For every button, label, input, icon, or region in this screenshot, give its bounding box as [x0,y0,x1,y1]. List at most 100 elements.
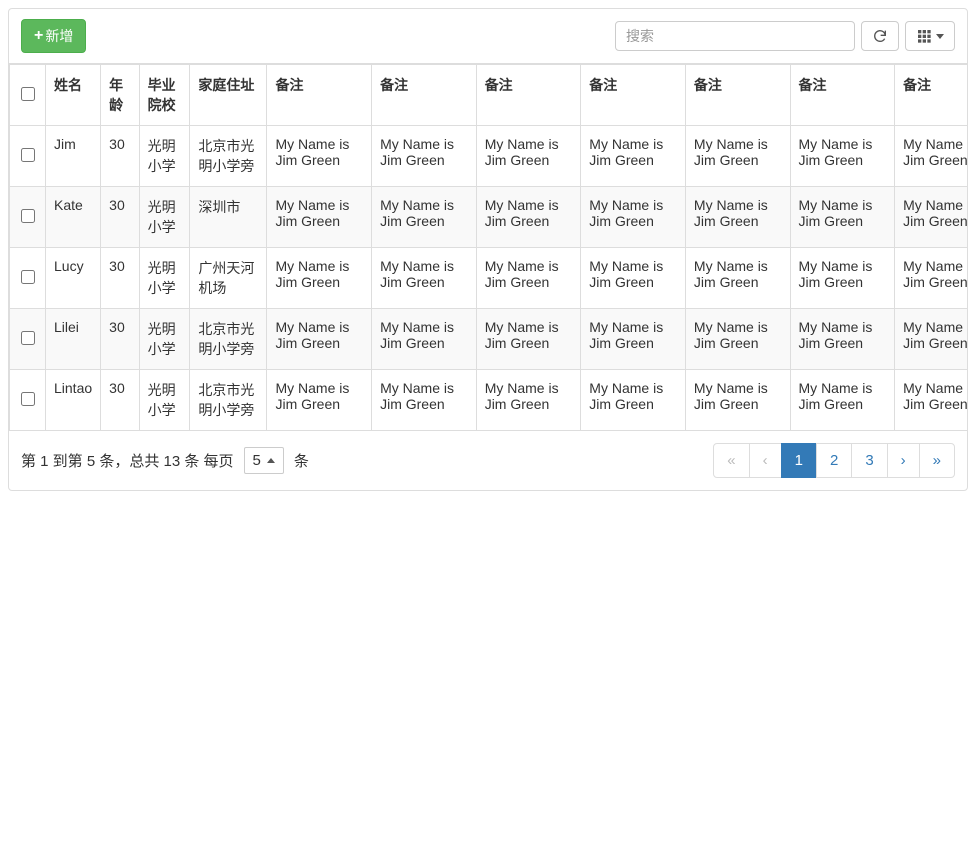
row-checkbox[interactable] [21,148,35,162]
col-header[interactable]: 毕业院校 [139,65,190,126]
cell-remark: My Name is Jim Green [267,126,372,187]
cell-school: 光明小学 [139,370,190,431]
table-row: Kate30光明小学深圳市My Name is Jim GreenMy Name… [10,187,968,248]
cell-remark: My Name is Jim Green [685,309,790,370]
cell-remark: My Name is Jim Green [790,370,895,431]
cell-remark: My Name is Jim Green [372,248,477,309]
page-prev[interactable]: ‹ [749,443,782,478]
col-header[interactable]: 年龄 [101,65,139,126]
cell-remark: My Name is Jim Green [476,370,581,431]
cell-remark: My Name is Jim Green [476,309,581,370]
cell-age: 30 [101,187,139,248]
footer-info: 第 1 到第 5 条，总共 13 条 每页 5 条 [21,447,309,474]
refresh-icon [872,28,888,44]
col-header[interactable]: 家庭住址 [190,65,267,126]
cell-remark: My Name is Jim Green [581,309,686,370]
cell-remark: My Name is Jim Green [895,187,967,248]
row-checkbox[interactable] [21,209,35,223]
cell-remark: My Name is Jim Green [581,248,686,309]
row-select-cell [10,187,46,248]
grid-icon [916,28,932,44]
page-number[interactable]: 1 [781,443,817,478]
page-size-select[interactable]: 5 [244,447,284,474]
cell-remark: My Name is Jim Green [581,126,686,187]
cell-remark: My Name is Jim Green [476,187,581,248]
cell-age: 30 [101,370,139,431]
cell-remark: My Name is Jim Green [685,248,790,309]
table-row: Lilei30光明小学北京市光明小学旁My Name is Jim GreenM… [10,309,968,370]
cell-school: 光明小学 [139,187,190,248]
row-checkbox[interactable] [21,270,35,284]
cell-age: 30 [101,309,139,370]
table-scroll-container[interactable]: 姓名 年龄 毕业院校 家庭住址 备注 备注 备注 备注 备注 备注 备注 备注 … [9,63,967,431]
cell-name: Jim [46,126,101,187]
cell-address: 深圳市 [190,187,267,248]
table-row: Lucy30光明小学广州天河机场My Name is Jim GreenMy N… [10,248,968,309]
col-header[interactable]: 备注 [790,65,895,126]
row-select-cell [10,248,46,309]
table-row: Jim30光明小学北京市光明小学旁My Name is Jim GreenMy … [10,126,968,187]
cell-remark: My Name is Jim Green [372,126,477,187]
cell-remark: My Name is Jim Green [790,309,895,370]
cell-school: 光明小学 [139,126,190,187]
cell-remark: My Name is Jim Green [581,187,686,248]
cell-remark: My Name is Jim Green [267,187,372,248]
pagination: « ‹ 1 2 3 › » [714,443,955,478]
cell-remark: My Name is Jim Green [476,248,581,309]
cell-address: 北京市光明小学旁 [190,309,267,370]
cell-remark: My Name is Jim Green [895,126,967,187]
cell-name: Lucy [46,248,101,309]
row-select-cell [10,370,46,431]
cell-remark: My Name is Jim Green [372,187,477,248]
page-first[interactable]: « [713,443,749,478]
col-header[interactable]: 备注 [476,65,581,126]
search-input[interactable] [615,21,855,51]
cell-remark: My Name is Jim Green [267,248,372,309]
row-select-cell [10,126,46,187]
table-footer: 第 1 到第 5 条，总共 13 条 每页 5 条 « ‹ 1 2 3 › » [9,431,967,490]
cell-remark: My Name is Jim Green [267,370,372,431]
add-button[interactable]: +新增 [21,19,86,53]
page-number[interactable]: 2 [816,443,852,478]
cell-remark: My Name is Jim Green [685,126,790,187]
col-header[interactable]: 备注 [895,65,967,126]
col-header[interactable]: 备注 [685,65,790,126]
cell-name: Lintao [46,370,101,431]
cell-remark: My Name is Jim Green [790,126,895,187]
cell-age: 30 [101,248,139,309]
data-panel: +新增 姓名 年龄 毕业院校 家庭住址 备注 备注 备注 [8,8,968,491]
cell-remark: My Name is Jim Green [895,248,967,309]
col-header[interactable]: 备注 [372,65,477,126]
cell-remark: My Name is Jim Green [372,309,477,370]
chevron-down-icon [936,34,944,39]
col-header[interactable]: 备注 [581,65,686,126]
page-info-suffix: 条 [294,450,309,471]
cell-address: 广州天河机场 [190,248,267,309]
page-next[interactable]: › [887,443,920,478]
row-select-cell [10,309,46,370]
page-size-value: 5 [253,452,261,469]
chevron-up-icon [267,458,275,463]
page-info-text: 第 1 到第 5 条，总共 13 条 每页 [21,450,234,471]
columns-button[interactable] [905,21,955,51]
cell-name: Kate [46,187,101,248]
select-all-cell [10,65,46,126]
page-last[interactable]: » [919,443,955,478]
cell-remark: My Name is Jim Green [790,187,895,248]
row-checkbox[interactable] [21,331,35,345]
col-header[interactable]: 备注 [267,65,372,126]
col-header[interactable]: 姓名 [46,65,101,126]
cell-remark: My Name is Jim Green [790,248,895,309]
cell-age: 30 [101,126,139,187]
plus-icon: + [34,27,43,45]
cell-remark: My Name is Jim Green [895,370,967,431]
cell-remark: My Name is Jim Green [685,370,790,431]
cell-remark: My Name is Jim Green [685,187,790,248]
cell-school: 光明小学 [139,248,190,309]
cell-name: Lilei [46,309,101,370]
refresh-button[interactable] [861,21,899,51]
data-table: 姓名 年龄 毕业院校 家庭住址 备注 备注 备注 备注 备注 备注 备注 备注 … [9,64,967,431]
select-all-checkbox[interactable] [21,87,35,101]
row-checkbox[interactable] [21,392,35,406]
page-number[interactable]: 3 [851,443,887,478]
